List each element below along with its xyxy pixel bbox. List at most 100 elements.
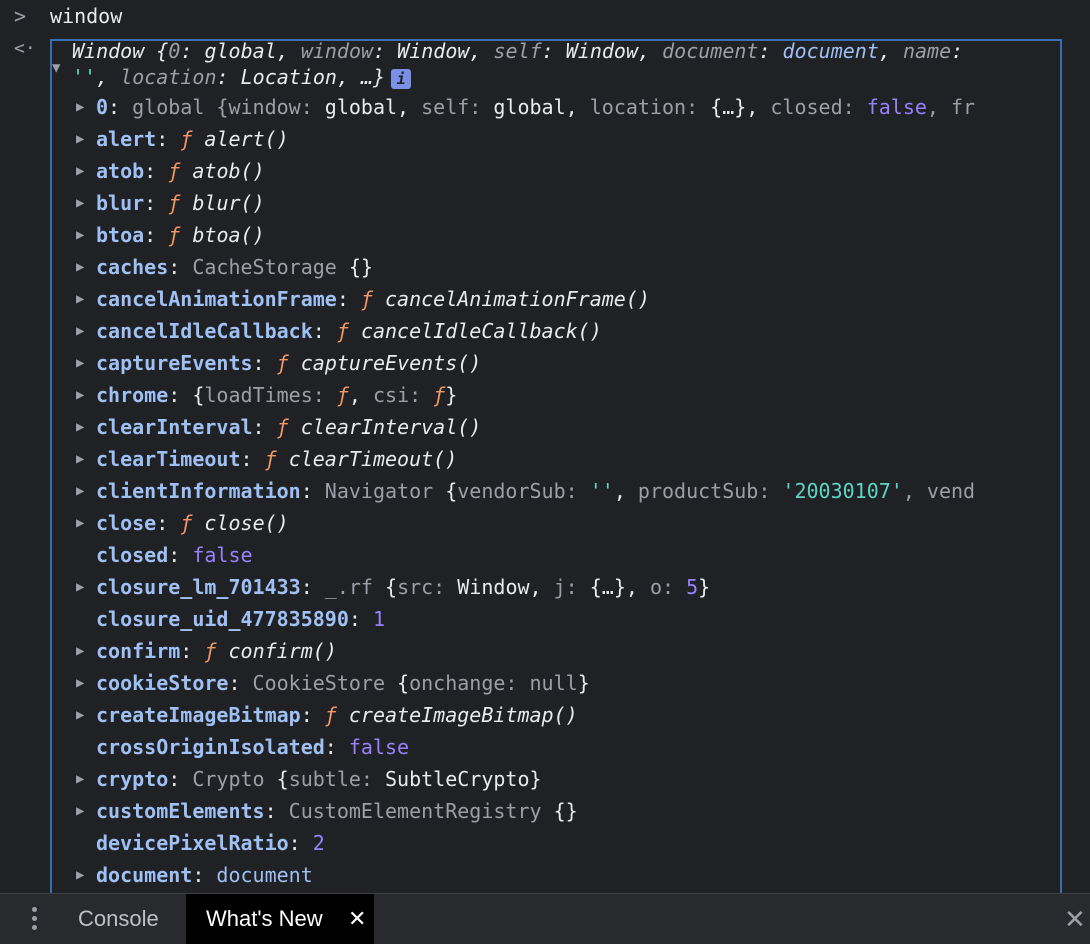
property-value-part: ƒ <box>204 639 229 663</box>
colon: : <box>252 351 277 375</box>
property-value-part: ƒ <box>180 127 205 151</box>
expand-triangle-icon[interactable]: ▶ <box>76 379 96 411</box>
tab-whats-new[interactable]: What's New ✕ <box>186 894 374 944</box>
property-value-part: ƒ <box>336 383 349 407</box>
expand-triangle-icon[interactable]: ▶ <box>76 283 96 315</box>
property-row[interactable]: ▶ cookieStore: CookieStore {onchange: nul… <box>76 667 1076 699</box>
property-key: cancelAnimationFrame <box>96 287 337 311</box>
colon: : <box>300 479 325 503</box>
expand-triangle-icon[interactable]: ▶ <box>76 859 96 891</box>
colon: : <box>168 543 193 567</box>
property-value-part: , <box>529 575 554 599</box>
property-row[interactable]: ▶ caches: CacheStorage {} <box>76 251 1076 283</box>
colon: : <box>156 127 181 151</box>
expand-triangle-icon[interactable]: ▶ <box>76 187 96 219</box>
property-value-part: 2 <box>312 831 325 855</box>
expand-triangle-icon[interactable]: ▶ <box>76 795 96 827</box>
property-value-part: {} <box>348 255 373 279</box>
summary-key: location <box>120 65 217 89</box>
property-row[interactable]: ▶ blur: ƒ blur() <box>76 187 1076 219</box>
property-row[interactable]: ▶ chrome: {loadTimes: ƒ, csi: ƒ} <box>76 379 1076 411</box>
expand-triangle-icon[interactable]: ▶ <box>76 475 96 507</box>
property-row[interactable]: ▶ document: document <box>76 859 1076 891</box>
property-row[interactable]: ▶ confirm: ƒ confirm() <box>76 635 1076 667</box>
expand-triangle-icon[interactable]: ▶ <box>76 219 96 251</box>
colon: : <box>252 415 277 439</box>
expand-triangle-icon[interactable]: ▶ <box>76 571 96 603</box>
colon: : <box>168 255 193 279</box>
property-key: clearInterval <box>96 415 253 439</box>
property-value-part: Crypto <box>192 767 277 791</box>
property-row[interactable]: ▶ clientInformation: Navigator {vendorSub… <box>76 475 1076 507</box>
property-row[interactable]: ▶ cancelAnimationFrame: ƒ cancelAnimation… <box>76 283 1076 315</box>
colon: : <box>144 223 169 247</box>
property-value-part: {} <box>553 799 578 823</box>
expand-triangle-icon[interactable]: ▶ <box>76 635 96 667</box>
colon: : <box>324 735 349 759</box>
property-value-part: self: <box>421 95 494 119</box>
property-row[interactable]: ▶ clearTimeout: ƒ clearTimeout() <box>76 443 1076 475</box>
property-value-part: , fr <box>926 95 976 119</box>
property-row[interactable]: ▶ captureEvents: ƒ captureEvents() <box>76 347 1076 379</box>
property-row[interactable]: ▶ btoa: ƒ btoa() <box>76 219 1076 251</box>
info-icon[interactable]: i <box>391 68 412 89</box>
expand-triangle-icon[interactable]: ▶ <box>76 251 96 283</box>
property-row[interactable]: ▶ closure_lm_701433: _.rf {src: Window, j… <box>76 571 1076 603</box>
property-row[interactable]: ▶ close: ƒ close() <box>76 507 1076 539</box>
property-row[interactable]: ▶ customElements: CustomElementRegistry {… <box>76 795 1076 827</box>
property-value-part: global <box>324 95 398 119</box>
colon: : <box>348 607 373 631</box>
property-key: btoa <box>96 223 145 247</box>
expand-triangle-icon[interactable]: ▶ <box>76 667 96 699</box>
property-value-part: window: <box>228 95 325 119</box>
property-value-part: location: <box>589 95 711 119</box>
colon: : <box>240 447 265 471</box>
summary-value: '' <box>72 65 97 89</box>
object-summary[interactable]: Window {0: global, window: Window, self:… <box>72 38 1072 90</box>
console-input-text[interactable]: window <box>50 0 122 32</box>
drawer-close-icon[interactable]: ✕ <box>1064 894 1086 944</box>
summary-value: Window <box>397 39 470 63</box>
expand-triangle-icon[interactable]: ▶ <box>76 315 96 347</box>
property-value-part: src: <box>397 575 458 599</box>
property-value-part: { <box>192 383 205 407</box>
property-value-part: 5 <box>686 575 699 599</box>
property-row[interactable]: ▶ 0: global {window: global, self: global… <box>76 91 1076 123</box>
property-row[interactable]: ▶ alert: ƒ alert() <box>76 123 1076 155</box>
property-value-part: j: <box>553 575 590 599</box>
property-value-part: vendorSub: <box>457 479 590 503</box>
tab-console[interactable]: Console <box>78 894 159 944</box>
summary-tail: , …} <box>336 65 386 89</box>
expand-triangle-icon[interactable]: ▶ <box>76 155 96 187</box>
property-value-part: 1 <box>372 607 386 631</box>
property-row[interactable]: ▶ createImageBitmap: ƒ createImageBitmap(… <box>76 699 1076 731</box>
more-menu-icon[interactable] <box>24 904 44 934</box>
expand-triangle-icon[interactable]: ▶ <box>76 699 96 731</box>
expand-triangle-icon[interactable]: ▶ <box>76 443 96 475</box>
property-value-part: Window <box>457 575 530 599</box>
property-key: confirm <box>96 639 181 663</box>
property-value-part: loadTimes: <box>204 383 337 407</box>
property-value-part: btoa() <box>192 223 265 247</box>
expand-triangle-icon[interactable]: ▶ <box>76 347 96 379</box>
summary-key: 0 <box>168 39 181 63</box>
property-row[interactable]: ▶ cancelIdleCallback: ƒ cancelIdleCallbac… <box>76 315 1076 347</box>
property-value-part: Navigator <box>324 479 446 503</box>
close-icon[interactable]: ✕ <box>348 894 366 944</box>
expand-triangle-icon[interactable]: ▶ <box>76 507 96 539</box>
property-value-part: false <box>348 735 410 759</box>
expand-triangle-icon[interactable]: ▶ <box>76 91 96 123</box>
property-value-part: '' <box>589 479 614 503</box>
summary-value: Window <box>565 39 639 63</box>
property-value-part: clearInterval() <box>300 415 482 439</box>
property-value-part: } <box>698 575 711 599</box>
property-value-part: , vend <box>902 479 976 503</box>
result-arrow-icon: <· <box>14 38 36 59</box>
expand-triangle-icon[interactable]: ▶ <box>76 123 96 155</box>
expand-triangle-icon[interactable]: ▶ <box>76 763 96 795</box>
property-row[interactable]: ▶ atob: ƒ atob() <box>76 155 1076 187</box>
colon: : <box>228 671 253 695</box>
expand-triangle-icon[interactable]: ▶ <box>76 411 96 443</box>
property-row[interactable]: ▶ clearInterval: ƒ clearInterval() <box>76 411 1076 443</box>
property-row[interactable]: ▶ crypto: Crypto {subtle: SubtleCrypto} <box>76 763 1076 795</box>
